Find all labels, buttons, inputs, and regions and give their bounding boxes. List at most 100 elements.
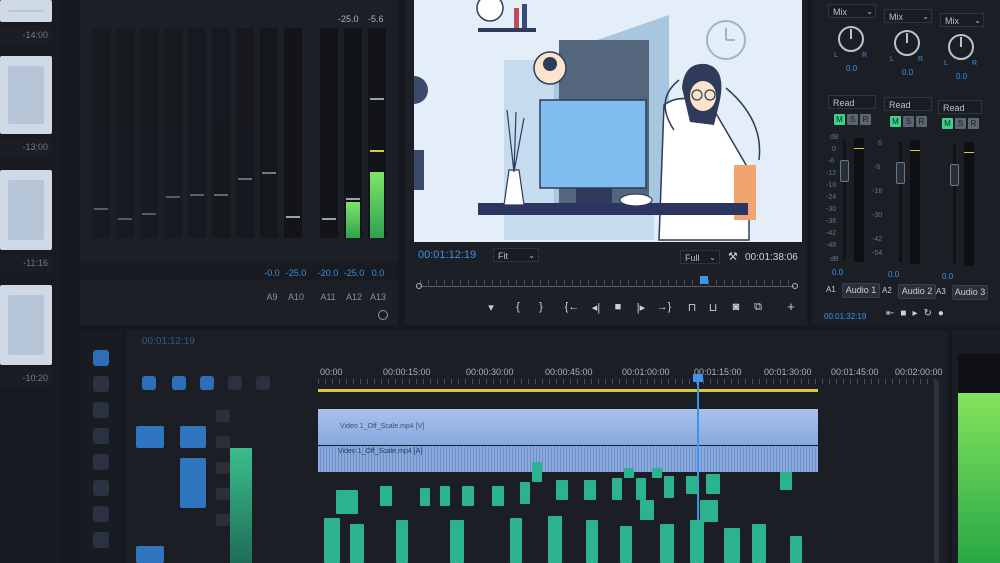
camera-icon[interactable]: ◙	[729, 301, 743, 313]
track-target-button[interactable]	[180, 458, 206, 508]
audio-clip-block[interactable]	[690, 520, 704, 563]
pen-icon[interactable]	[93, 480, 109, 496]
audio-track-name[interactable]: Audio 1	[842, 283, 880, 298]
audio-track-name[interactable]: Audio 2	[898, 284, 936, 299]
add-marker-icon[interactable]	[200, 376, 214, 390]
play-icon[interactable]: ▸	[912, 308, 923, 319]
razor-icon[interactable]	[93, 428, 109, 444]
audio-clip-block[interactable]	[510, 518, 522, 563]
audio-clip-block[interactable]	[532, 462, 542, 482]
wrench-icon[interactable]: ⚒	[728, 250, 738, 263]
audio-clip-block[interactable]	[380, 486, 392, 506]
audio-clip-block[interactable]	[324, 518, 340, 563]
audio-clip-block[interactable]	[462, 486, 474, 506]
settings-icon[interactable]	[228, 376, 242, 390]
audio-clip-block[interactable]	[652, 468, 662, 478]
audio-clip-block[interactable]	[624, 468, 634, 478]
solo-button[interactable]: S	[847, 114, 858, 125]
playhead-icon[interactable]	[700, 276, 708, 284]
track-target-button[interactable]	[180, 426, 206, 448]
audio-clip-block[interactable]	[620, 526, 632, 563]
audio-clip-block[interactable]	[520, 482, 530, 504]
audio-clip-block[interactable]	[686, 476, 698, 494]
work-area-bar[interactable]	[318, 389, 818, 392]
mix-dropdown[interactable]: Mix ⌄	[940, 13, 984, 27]
audio-clip-block[interactable]	[450, 520, 464, 563]
track-target-button[interactable]	[136, 426, 164, 448]
audio-clip-block[interactable]	[584, 480, 596, 500]
track-lock-icon[interactable]	[216, 410, 230, 422]
clip-thumbnail[interactable]	[0, 285, 52, 365]
wrench-icon[interactable]	[256, 376, 270, 390]
audio-clip-block[interactable]	[724, 528, 740, 563]
track-eye-icon[interactable]	[216, 462, 230, 474]
track-lock-icon[interactable]	[216, 514, 230, 526]
add-marker-icon[interactable]: ▾	[484, 301, 498, 314]
mute-button[interactable]: M	[834, 114, 845, 125]
volume-fader[interactable]	[950, 164, 959, 186]
mix-dropdown[interactable]: Mix ⌄	[884, 9, 932, 23]
pan-knob[interactable]	[838, 26, 864, 52]
timeline-scrollbar[interactable]	[934, 380, 939, 563]
step-forward-icon[interactable]: |▸	[633, 301, 649, 314]
automation-dropdown[interactable]: Read	[828, 95, 876, 109]
settings-icon[interactable]	[378, 310, 388, 320]
audio-clip-block[interactable]	[636, 478, 646, 500]
audio-clip-block[interactable]	[420, 488, 430, 506]
linked-selection-icon[interactable]	[172, 376, 186, 390]
clip-thumbnail[interactable]	[0, 56, 52, 134]
stop-icon[interactable]: ■	[900, 308, 912, 319]
step-back-icon[interactable]: ◂|	[588, 301, 604, 314]
slip-icon[interactable]	[93, 454, 109, 470]
solo-button[interactable]: S	[903, 116, 914, 127]
audio-clip[interactable]: Video 1_Off_Scale.mp4 [A]	[318, 446, 818, 472]
selection-tool-icon[interactable]	[93, 350, 109, 366]
record-button[interactable]: R	[916, 116, 927, 127]
hand-icon[interactable]	[93, 506, 109, 522]
record-icon[interactable]: ●	[938, 308, 950, 319]
mute-button[interactable]: M	[890, 116, 901, 127]
volume-fader[interactable]	[896, 162, 905, 184]
compare-icon[interactable]: ⧉	[751, 301, 765, 314]
video-preview[interactable]	[414, 0, 802, 242]
audio-clip-block[interactable]	[350, 524, 364, 563]
stop-icon[interactable]: ■	[611, 301, 625, 313]
audio-clip-block[interactable]	[586, 520, 598, 563]
mark-out-icon[interactable]: }	[534, 301, 548, 313]
audio-clip-block[interactable]	[548, 516, 562, 563]
mark-in-icon[interactable]: {	[511, 301, 525, 313]
mute-button[interactable]: M	[942, 118, 953, 129]
audio-clip-block[interactable]	[492, 486, 504, 506]
audio-clip-block[interactable]	[660, 524, 674, 563]
go-to-out-icon[interactable]: →}	[655, 301, 673, 313]
audio-clip-block[interactable]	[706, 474, 720, 494]
automation-dropdown[interactable]: Read	[938, 100, 982, 114]
playhead-icon[interactable]	[693, 374, 703, 382]
audio-clip-block[interactable]	[440, 486, 450, 506]
audio-clip-block[interactable]	[780, 472, 792, 490]
add-button-icon[interactable]: +	[784, 299, 798, 314]
track-select-icon[interactable]	[93, 376, 109, 392]
scrub-bar[interactable]	[416, 276, 798, 290]
audio-clip-block[interactable]	[336, 490, 358, 514]
sequence-timecode[interactable]: 00:01:12:19	[142, 336, 195, 347]
quality-dropdown[interactable]: Full ⌄	[680, 250, 720, 264]
current-timecode[interactable]: 00:01:12:19	[418, 249, 476, 261]
track-lock-icon[interactable]	[216, 488, 230, 500]
video-clip[interactable]: Video 1_Off_Scale.mp4 [V]	[318, 409, 818, 445]
automation-dropdown[interactable]: Read	[884, 97, 932, 111]
ripple-edit-icon[interactable]	[93, 402, 109, 418]
pan-knob[interactable]	[948, 34, 974, 60]
clip-thumbnail[interactable]	[0, 0, 52, 22]
loop-icon[interactable]: ↻	[923, 308, 937, 319]
audio-clip-block[interactable]	[556, 480, 568, 500]
track-target-button[interactable]	[136, 546, 164, 563]
audio-clip-block[interactable]	[612, 478, 622, 500]
go-to-in-icon[interactable]: {←	[563, 301, 581, 313]
clip-thumbnail[interactable]	[0, 170, 52, 250]
mix-dropdown[interactable]: Mix ⌄	[828, 4, 876, 18]
audio-clip-block[interactable]	[664, 476, 674, 498]
type-icon[interactable]	[93, 532, 109, 548]
solo-button[interactable]: S	[955, 118, 966, 129]
audio-clip-block[interactable]	[790, 536, 802, 563]
